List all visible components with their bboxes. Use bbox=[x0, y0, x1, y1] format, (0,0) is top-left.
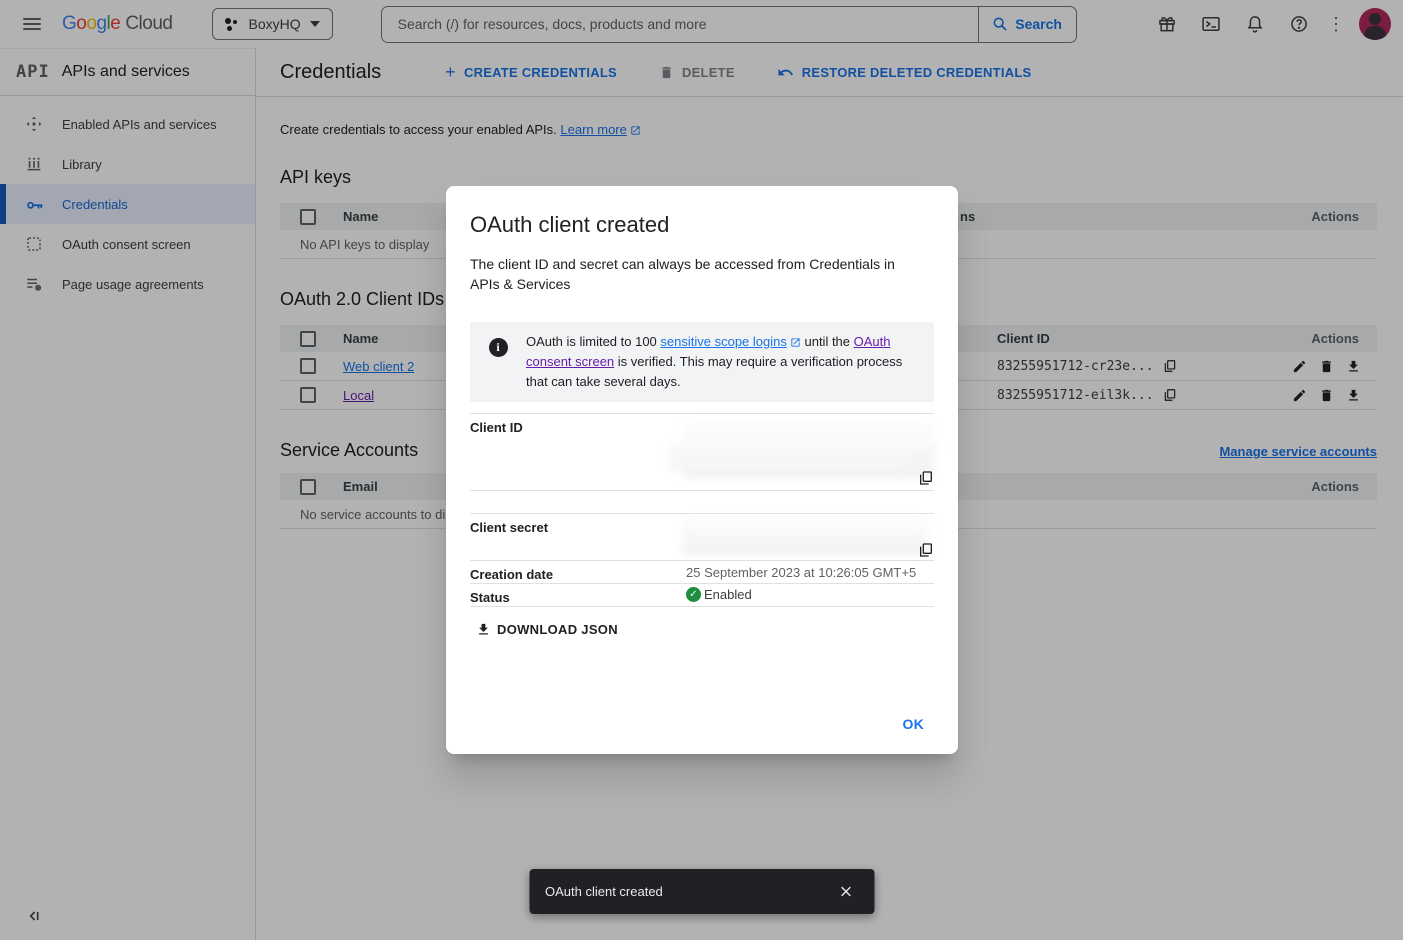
ok-button[interactable]: OK bbox=[895, 710, 933, 738]
notice-text: OAuth is limited to 100 bbox=[526, 334, 660, 349]
client-secret-label: Client secret bbox=[470, 520, 548, 535]
oauth-client-created-dialog: OAuth client created The client ID and s… bbox=[446, 186, 958, 754]
download-icon bbox=[476, 622, 491, 637]
client-id-row: Client ID bbox=[470, 413, 934, 490]
creation-date-row: Creation date 25 September 2023 at 10:26… bbox=[470, 560, 934, 583]
spacer-row bbox=[470, 490, 934, 513]
client-details: Client ID Client secret Creation date 25… bbox=[470, 413, 934, 607]
close-icon[interactable] bbox=[828, 874, 864, 910]
toast-snackbar: OAuth client created bbox=[529, 869, 874, 914]
dialog-subtitle: The client ID and secret can always be a… bbox=[470, 254, 934, 294]
status-row: Status ✓ Enabled bbox=[470, 583, 934, 607]
dialog-title: OAuth client created bbox=[470, 212, 934, 238]
oauth-limit-notice: i OAuth is limited to 100 sensitive scop… bbox=[470, 322, 934, 402]
sensitive-scope-logins-link[interactable]: sensitive scope logins bbox=[660, 334, 800, 349]
copy-icon[interactable] bbox=[918, 470, 934, 486]
external-link-icon bbox=[790, 337, 801, 348]
redacted-client-id bbox=[670, 440, 910, 470]
copy-icon[interactable] bbox=[918, 542, 934, 558]
redacted-client-secret bbox=[682, 518, 928, 555]
creation-date-label: Creation date bbox=[470, 567, 553, 582]
status-check-icon: ✓ bbox=[686, 587, 701, 602]
toast-message: OAuth client created bbox=[545, 884, 828, 899]
notice-text: until the bbox=[801, 334, 854, 349]
download-json-button[interactable]: DOWNLOAD JSON bbox=[476, 622, 618, 637]
client-secret-row: Client secret bbox=[470, 513, 934, 560]
client-id-label: Client ID bbox=[470, 420, 523, 435]
status-label: Status bbox=[470, 590, 510, 605]
status-value: Enabled bbox=[704, 587, 752, 602]
download-json-label: DOWNLOAD JSON bbox=[497, 622, 618, 637]
creation-date-value: 25 September 2023 at 10:26:05 GMT+5 bbox=[686, 565, 916, 580]
redacted-client-id bbox=[908, 440, 936, 456]
info-icon: i bbox=[489, 338, 508, 357]
